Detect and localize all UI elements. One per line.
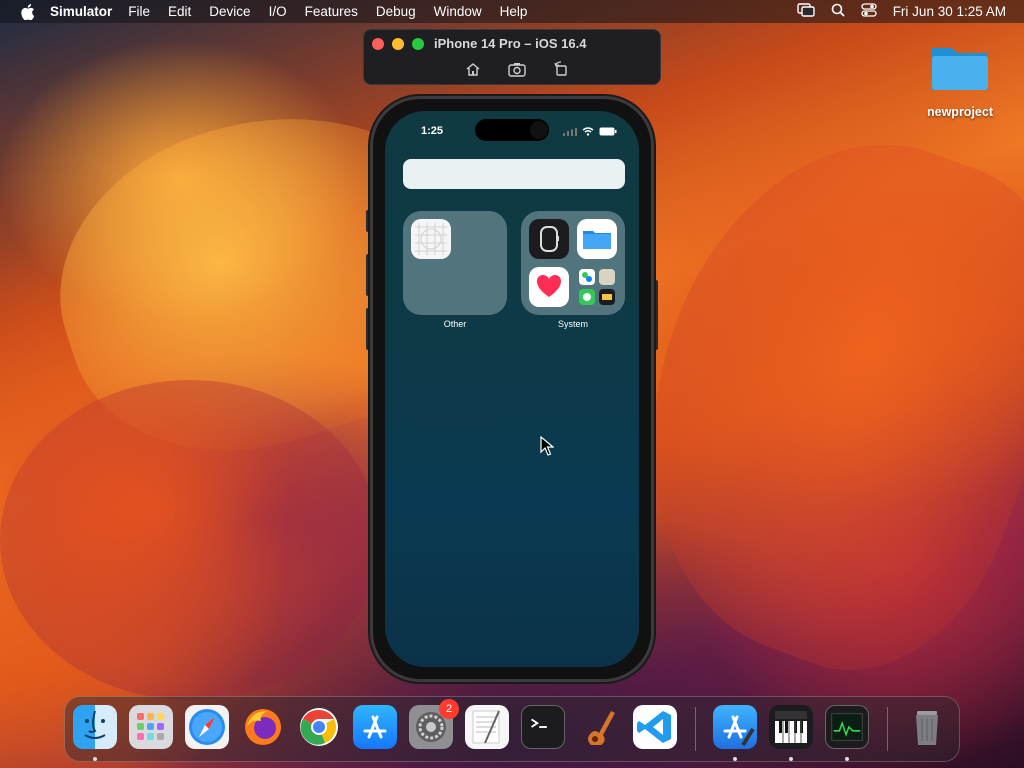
textedit-icon[interactable] (465, 705, 509, 749)
menu-device[interactable]: Device (209, 4, 250, 19)
firefox-icon[interactable] (241, 705, 285, 749)
front-camera (530, 121, 548, 139)
system-settings-icon[interactable]: 2 (409, 699, 459, 749)
folder-label-other: Other (443, 319, 467, 329)
dock: 2 (64, 696, 960, 762)
more-apps-icon[interactable] (577, 267, 617, 307)
window-controls (372, 38, 424, 50)
folder-icon (932, 48, 988, 90)
running-indicator (93, 757, 97, 761)
folder-system[interactable] (521, 211, 625, 315)
desktop-folder-newproject[interactable]: newproject (922, 40, 998, 119)
watch-app-icon[interactable] (529, 219, 569, 259)
launchpad-icon[interactable] (129, 705, 173, 749)
trash-icon[interactable] (905, 705, 949, 749)
simulator-title: iPhone 14 Pro – iOS 16.4 (434, 36, 587, 51)
menu-io[interactable]: I/O (269, 4, 287, 19)
home-icon[interactable] (464, 60, 482, 78)
dock-separator (887, 707, 888, 751)
app-store-icon[interactable] (353, 705, 397, 749)
terminal-icon[interactable] (521, 705, 565, 749)
folder-label-system: System (557, 319, 588, 329)
screen-mirroring-icon[interactable] (796, 3, 815, 20)
menu-file[interactable]: File (128, 4, 150, 19)
notification-badge: 2 (439, 699, 459, 719)
control-center-icon[interactable] (861, 3, 877, 20)
menu-features[interactable]: Features (305, 4, 358, 19)
rotate-icon[interactable] (552, 60, 570, 78)
files-app-icon[interactable] (577, 219, 617, 259)
zoom-button[interactable] (412, 38, 424, 50)
finder-icon[interactable] (73, 705, 117, 749)
dock-separator (695, 707, 696, 751)
garageband-icon[interactable] (577, 705, 621, 749)
iphone-screen[interactable]: 1:25 Other System (385, 111, 639, 667)
wallpaper-shape (0, 380, 380, 700)
close-button[interactable] (372, 38, 384, 50)
xcode-icon[interactable] (713, 705, 757, 749)
running-indicator (845, 757, 849, 761)
activity-monitor-icon[interactable] (825, 705, 869, 749)
wifi-icon (582, 123, 594, 141)
screenshot-icon[interactable] (508, 60, 526, 78)
running-indicator (789, 757, 793, 761)
minimize-button[interactable] (392, 38, 404, 50)
menu-help[interactable]: Help (500, 4, 528, 19)
running-indicator (733, 757, 737, 761)
apple-menu-icon[interactable] (8, 3, 48, 20)
chrome-icon[interactable] (297, 705, 341, 749)
vscode-icon[interactable] (633, 705, 677, 749)
placeholder-app-icon[interactable] (411, 219, 451, 259)
menu-window[interactable]: Window (434, 4, 482, 19)
simulator-window: iPhone 14 Pro – iOS 16.4 (363, 29, 661, 85)
mouse-cursor-icon (540, 435, 555, 461)
status-time: 1:25 (421, 125, 444, 137)
menu-bar: Simulator File Edit Device I/O Features … (0, 0, 1024, 23)
signal-icon (563, 123, 577, 141)
search-icon[interactable] (831, 3, 845, 20)
battery-icon (599, 123, 617, 141)
power-button[interactable] (654, 280, 658, 350)
iphone-device: 1:25 Other System (370, 96, 654, 682)
health-app-icon[interactable] (529, 267, 569, 307)
menubar-clock[interactable]: Fri Jun 30 1:25 AM (893, 4, 1006, 19)
menu-edit[interactable]: Edit (168, 4, 191, 19)
status-icons (563, 123, 617, 141)
simulator-toolbar (464, 60, 570, 78)
app-library-search[interactable] (403, 159, 625, 189)
menu-debug[interactable]: Debug (376, 4, 416, 19)
safari-icon[interactable] (185, 705, 229, 749)
menu-app-name[interactable]: Simulator (50, 4, 112, 19)
folder-other[interactable] (403, 211, 507, 315)
audio-midi-setup-icon[interactable] (769, 705, 813, 749)
desktop-folder-label: newproject (927, 105, 993, 119)
